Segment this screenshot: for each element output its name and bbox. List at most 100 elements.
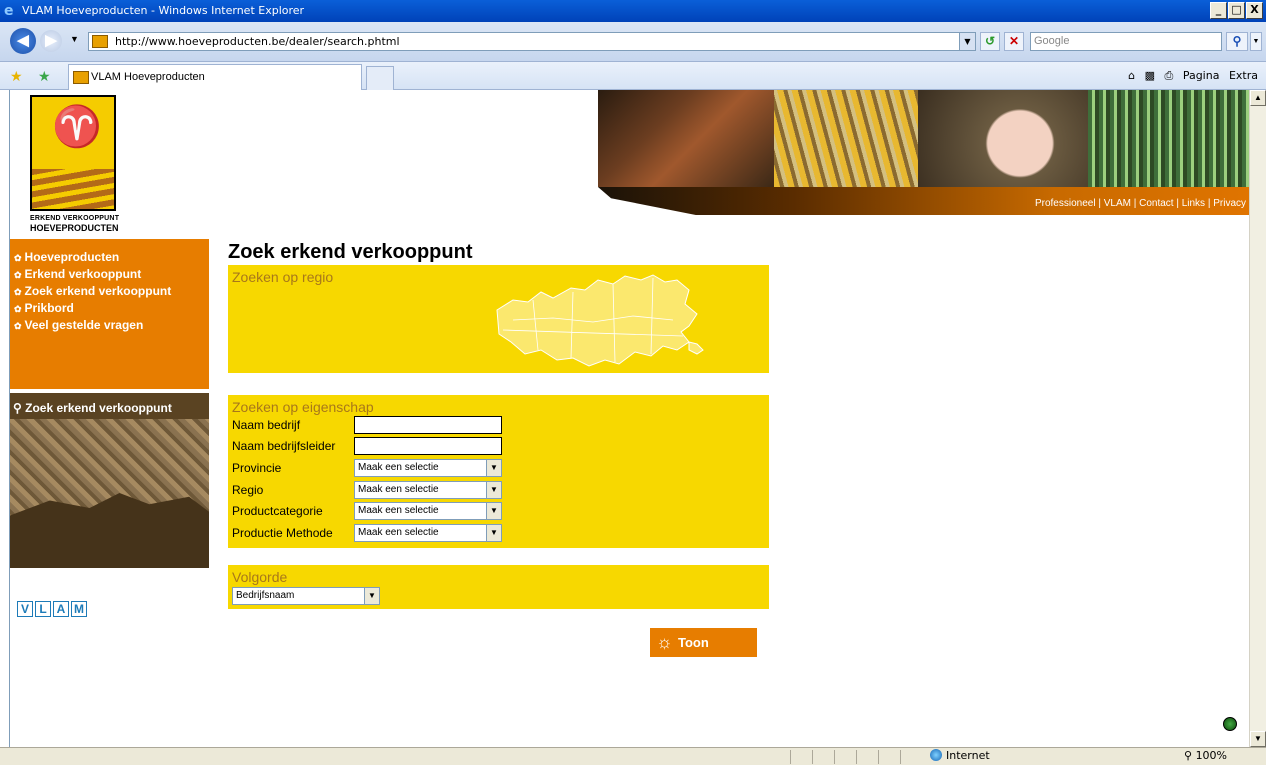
security-zone[interactable]: Internet	[930, 749, 990, 762]
status-segment	[790, 750, 810, 764]
status-globe-icon[interactable]	[1223, 717, 1237, 731]
bullet-icon: ✿	[14, 304, 22, 314]
logo-emblem: ♈	[30, 95, 116, 211]
side-navigation: ✿ Hoeveproducten ✿ Erkend verkooppunt ✿ Zoe…	[10, 239, 209, 389]
dropdown-arrow-icon[interactable]: ▼	[486, 503, 501, 519]
banner-photo-corn	[774, 90, 918, 187]
dropdown-arrow-icon[interactable]: ▼	[486, 460, 501, 476]
logo-text-line1: ERKEND VERKOOPPUNT	[30, 215, 120, 222]
zoom-level[interactable]: ⚲ 100%	[1184, 749, 1227, 762]
vlam-letter: V	[17, 601, 33, 617]
site-logo[interactable]: ♈ ERKEND VERKOOPPUNT HOEVEPRODUCTEN	[14, 95, 142, 237]
back-button[interactable]: ◀	[10, 28, 36, 54]
window-titlebar: e VLAM Hoeveproducten - Windows Internet…	[0, 0, 1266, 22]
promo-box[interactable]: ⚲ Zoek erkend verkooppunt	[10, 393, 209, 568]
maximize-button[interactable]: □	[1228, 2, 1245, 19]
dropdown-arrow-icon[interactable]: ▼	[364, 588, 379, 604]
panel-search-property: Zoeken op eigenschap Naam bedrijf Naam b…	[228, 395, 769, 548]
status-segment	[856, 750, 876, 764]
tab-current[interactable]: VLAM Hoeveproducten	[68, 64, 362, 90]
zoom-icon: ⚲	[1184, 749, 1193, 762]
home-icon[interactable]: ⌂	[1128, 69, 1135, 82]
internet-globe-icon	[930, 749, 942, 761]
vlam-letter: M	[71, 601, 87, 617]
stop-button[interactable]: ✕	[1004, 32, 1024, 51]
close-button[interactable]: X	[1246, 2, 1263, 19]
select-productie-methode[interactable]: Maak een selectie ▼	[354, 524, 502, 542]
magnifier-icon: ⚲	[13, 401, 22, 415]
history-dropdown-icon[interactable]: ▼	[70, 34, 79, 44]
status-segment	[900, 750, 920, 764]
search-input[interactable]: Google	[1030, 32, 1222, 51]
toon-button[interactable]: ☼ Toon	[650, 628, 757, 657]
bullet-icon: ✿	[14, 253, 22, 263]
page-viewport: ♈ ERKEND VERKOOPPUNT HOEVEPRODUCTEN Prof…	[9, 90, 1249, 747]
header-banner	[598, 90, 1249, 187]
dropdown-arrow-icon[interactable]: ▼	[486, 525, 501, 541]
sidenav-item-faq[interactable]: ✿ Veel gestelde vragen	[14, 317, 209, 334]
sun-icon: ☼	[656, 632, 673, 652]
flanders-map[interactable]	[493, 270, 707, 370]
sidenav-item-zoek-verkooppunt[interactable]: ✿ Zoek erkend verkooppunt	[14, 283, 209, 300]
status-segment	[834, 750, 854, 764]
select-regio[interactable]: Maak een selectie ▼	[354, 481, 502, 499]
new-tab-button[interactable]	[366, 66, 394, 90]
vertical-scrollbar[interactable]: ▲ ▼	[1249, 90, 1266, 747]
print-icon[interactable]: ⎙	[1165, 69, 1174, 82]
vlam-logo[interactable]: V L A M	[17, 601, 87, 617]
page-title: Zoek erkend verkooppunt	[228, 241, 473, 263]
address-url: http://www.hoeveproducten.be/dealer/sear…	[115, 35, 400, 48]
extra-menu[interactable]: Extra	[1229, 69, 1258, 82]
forward-button[interactable]: ▶	[40, 30, 62, 52]
search-options-dropdown-icon[interactable]: ▼	[1250, 32, 1262, 51]
tab-title: VLAM Hoeveproducten	[91, 71, 205, 83]
status-bar: Internet ⚲ 100%	[0, 747, 1266, 765]
sidenav-item-erkend-verkooppunt[interactable]: ✿ Erkend verkooppunt	[14, 266, 209, 283]
panel-property-title: Zoeken op eigenschap	[232, 399, 374, 415]
address-toolbar: ◀ ▶ ▼ http://www.hoeveproducten.be/deale…	[0, 22, 1266, 62]
select-volgorde[interactable]: Bedrijfsnaam ▼	[232, 587, 380, 605]
sidenav-item-hoeveproducten[interactable]: ✿ Hoeveproducten	[14, 249, 209, 266]
top-nav-links[interactable]: Professioneel | VLAM | Contact | Links |…	[1035, 198, 1246, 209]
minimize-button[interactable]: _	[1210, 2, 1227, 19]
refresh-button[interactable]: ↺	[980, 32, 1000, 51]
banner-photo-ham	[598, 90, 774, 187]
label-productcategorie: Productcategorie	[232, 504, 323, 518]
page-menu[interactable]: Pagina	[1183, 69, 1220, 82]
tab-toolbar: ★ ★ VLAM Hoeveproducten ⌂ ▩ ⎙ Pagina Ext…	[0, 62, 1266, 90]
promo-title: ⚲ Zoek erkend verkooppunt	[13, 401, 172, 415]
input-naam-bedrijfsleider[interactable]	[354, 437, 502, 455]
toon-label: Toon	[678, 635, 709, 650]
label-naam-bedrijf: Naam bedrijf	[232, 418, 301, 432]
favorites-star-icon[interactable]: ★	[10, 68, 23, 85]
vlam-letter: L	[35, 601, 51, 617]
panel-sort-order: Volgorde Bedrijfsnaam ▼	[228, 565, 769, 609]
logo-field	[32, 169, 114, 209]
address-bar[interactable]: http://www.hoeveproducten.be/dealer/sear…	[88, 32, 976, 51]
bullet-icon: ✿	[14, 321, 22, 331]
status-segment	[878, 750, 898, 764]
add-favorites-icon[interactable]: ★	[38, 68, 51, 85]
input-naam-bedrijf[interactable]	[354, 416, 502, 434]
label-provincie: Provincie	[232, 461, 282, 475]
banner-photo-field	[1088, 90, 1249, 187]
logo-farmer-icon: ♈	[52, 105, 102, 149]
bullet-icon: ✿	[14, 287, 22, 297]
address-dropdown-icon[interactable]: ▼	[959, 33, 975, 50]
window-title: VLAM Hoeveproducten - Windows Internet E…	[22, 4, 305, 17]
status-segment	[812, 750, 832, 764]
tab-favicon-icon	[73, 71, 89, 84]
scroll-down-arrow-icon[interactable]: ▼	[1250, 731, 1266, 747]
label-naam-bedrijfsleider: Naam bedrijfsleider	[232, 439, 336, 453]
feeds-icon[interactable]: ▩	[1145, 69, 1155, 82]
scroll-up-arrow-icon[interactable]: ▲	[1250, 90, 1266, 106]
search-button[interactable]: ⚲	[1226, 32, 1248, 51]
bullet-icon: ✿	[14, 270, 22, 280]
ie-logo-icon: e	[4, 3, 14, 19]
top-navigation: Professioneel | VLAM | Contact | Links |…	[598, 187, 1249, 215]
select-provincie[interactable]: Maak een selectie ▼	[354, 459, 502, 477]
select-productcategorie[interactable]: Maak een selectie ▼	[354, 502, 502, 520]
sidenav-item-prikbord[interactable]: ✿ Prikbord	[14, 300, 209, 317]
banner-photo-pig	[918, 90, 1088, 187]
dropdown-arrow-icon[interactable]: ▼	[486, 482, 501, 498]
